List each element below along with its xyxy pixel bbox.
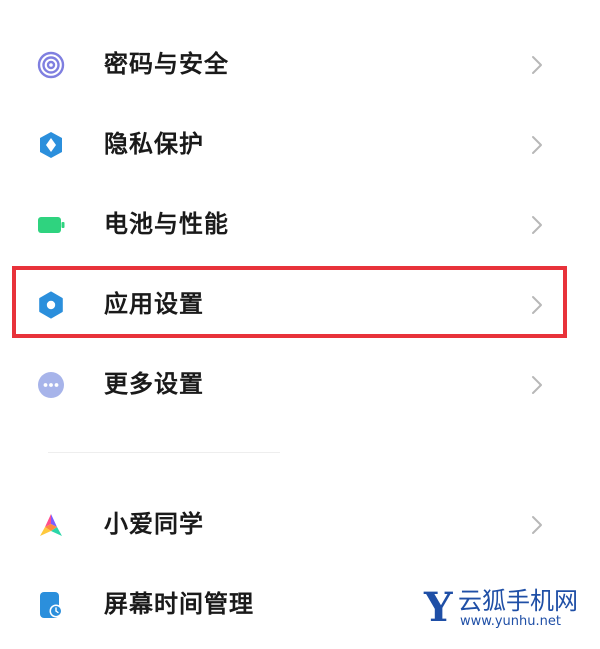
settings-item-password-security[interactable]: 密码与安全	[0, 24, 600, 104]
chevron-right-icon	[530, 134, 544, 156]
screen-time-icon	[37, 591, 65, 619]
fingerprint-icon	[37, 51, 65, 79]
xiaoai-icon	[37, 511, 65, 539]
settings-item-label: 电池与性能	[104, 210, 229, 238]
more-dots-icon	[37, 371, 65, 399]
watermark-url: www.yunhu.net	[460, 614, 561, 629]
settings-item-label: 屏幕时间管理	[104, 590, 254, 618]
section-divider	[48, 452, 280, 453]
settings-item-privacy[interactable]: 隐私保护	[0, 104, 600, 184]
settings-item-more-settings[interactable]: 更多设置	[0, 344, 600, 424]
chevron-right-icon	[530, 374, 544, 396]
settings-item-label: 更多设置	[104, 370, 204, 398]
chevron-right-icon	[530, 214, 544, 236]
watermark: Y 云狐手机网 www.yunhu.net	[424, 586, 594, 632]
battery-icon	[37, 211, 65, 239]
settings-item-battery-performance[interactable]: 电池与性能	[0, 184, 600, 264]
settings-item-label: 密码与安全	[104, 50, 229, 78]
chevron-right-icon	[530, 514, 544, 536]
settings-item-label: 小爱同学	[104, 510, 204, 538]
watermark-logo: Y	[424, 584, 453, 631]
settings-item-label: 隐私保护	[104, 130, 204, 158]
watermark-name: 云狐手机网	[458, 587, 578, 615]
shield-icon	[37, 131, 65, 159]
chevron-right-icon	[530, 54, 544, 76]
highlight-box	[12, 266, 567, 338]
settings-item-xiaoai[interactable]: 小爱同学	[0, 484, 600, 564]
